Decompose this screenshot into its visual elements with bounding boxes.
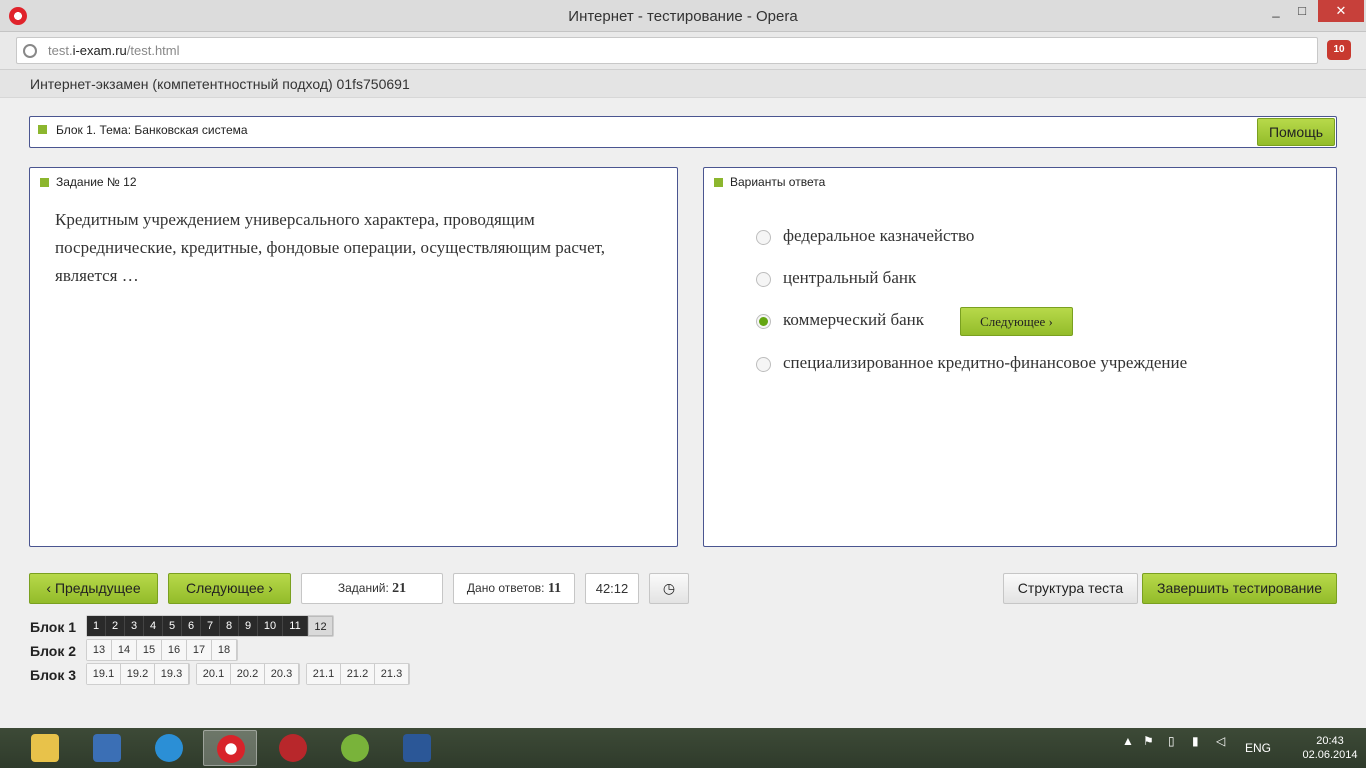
site-info-icon[interactable] [23, 44, 37, 58]
bullet-square-icon [40, 178, 49, 187]
question-nav-item[interactable]: 19.2 [121, 664, 155, 684]
file-explorer-icon[interactable] [18, 730, 72, 766]
question-group: 19.1 19.2 19.3 [86, 663, 190, 685]
answers-panel: Варианты ответа федеральное казначейство… [703, 167, 1337, 547]
control-panel-icon[interactable] [80, 730, 134, 766]
question-nav-item[interactable]: 8 [220, 616, 239, 636]
radio-button-selected[interactable] [756, 314, 771, 329]
task-panel: Задание № 12 Кредитным учреждением униве… [29, 167, 678, 547]
radio-button[interactable] [756, 357, 771, 372]
help-button[interactable]: Помощь [1257, 118, 1335, 146]
url-field[interactable]: test.i-exam.ru/test.html [16, 37, 1318, 64]
url-text: test.i-exam.ru/test.html [48, 43, 180, 58]
test-structure-button[interactable]: Структура теста [1003, 573, 1138, 604]
question-nav-item[interactable]: 21.1 [307, 664, 341, 684]
question-group: 1 2 3 4 5 6 7 8 9 10 11 12 [86, 615, 334, 637]
next-button[interactable]: Следующее › [168, 573, 291, 604]
question-nav-item[interactable]: 21.2 [341, 664, 375, 684]
block-1-label: Блок 1 [30, 619, 77, 635]
question-nav-item[interactable]: 20.2 [231, 664, 265, 684]
question-nav-item[interactable]: 10 [258, 616, 283, 636]
word-icon[interactable] [390, 730, 444, 766]
page-header: Интернет-экзамен (компетентностный подхо… [0, 70, 1366, 98]
battery-icon[interactable]: ▯ [1168, 734, 1175, 748]
question-nav-item[interactable]: 5 [163, 616, 182, 636]
question-nav-item[interactable]: 19.1 [87, 664, 121, 684]
block-2-questions: 13 14 15 16 17 18 [86, 639, 244, 661]
question-nav-item[interactable]: 19.3 [155, 664, 189, 684]
clock-date: 02.06.2014 [1302, 749, 1358, 761]
address-bar: test.i-exam.ru/test.html 10 [0, 32, 1366, 70]
system-clock[interactable]: 20:43 02.06.2014 [1300, 734, 1360, 762]
browser-updater-icon[interactable] [142, 730, 196, 766]
question-nav-item[interactable]: 9 [239, 616, 258, 636]
question-nav-item[interactable]: 7 [201, 616, 220, 636]
exam-page: Интернет-экзамен (компетентностный подхо… [0, 70, 1366, 728]
question-nav-item[interactable]: 14 [112, 640, 137, 660]
answer-text[interactable]: коммерческий банк [783, 310, 924, 330]
chevron-right-icon: › [1048, 314, 1053, 329]
bullet-square-icon [714, 178, 723, 187]
next-inline-button[interactable]: Следующее › [960, 307, 1073, 336]
block-3-questions: 19.1 19.2 19.3 20.1 20.2 20.3 21.1 21.2 … [86, 663, 416, 685]
chevron-left-icon: ‹ [46, 580, 52, 596]
question-nav-item-current[interactable]: 12 [308, 616, 333, 636]
question-nav-item[interactable]: 20.3 [265, 664, 299, 684]
answers-label: Варианты ответа [730, 175, 826, 189]
power-off-icon[interactable] [266, 730, 320, 766]
network-signal-icon[interactable]: ▮ [1192, 734, 1199, 748]
minimize-button[interactable]: _ [1264, 0, 1288, 22]
taskbar: ▲ ⚑ ▯ ▮ ◁ ENG 20:43 02.06.2014 [0, 728, 1366, 768]
task-number-label: Задание № 12 [56, 175, 137, 189]
utorrent-icon[interactable] [328, 730, 382, 766]
window-title: Интернет - тестирование - Opera [568, 8, 798, 25]
question-nav-item[interactable]: 6 [182, 616, 201, 636]
finish-test-button[interactable]: Завершить тестирование [1142, 573, 1337, 604]
page-title: Интернет-экзамен (компетентностный подхо… [30, 76, 410, 92]
block-bar: Блок 1. Тема: Банковская система Помощь [29, 116, 1337, 148]
question-nav-item[interactable]: 13 [87, 640, 112, 660]
clock-icon[interactable]: ◷ [649, 573, 689, 604]
block-topic-label: Блок 1. Тема: Банковская система [56, 123, 248, 137]
answer-text[interactable]: центральный банк [783, 268, 916, 288]
maximize-button[interactable]: □ [1290, 0, 1314, 22]
prev-button[interactable]: ‹ Предыдущее [29, 573, 158, 604]
question-nav-item[interactable]: 4 [144, 616, 163, 636]
question-nav-item[interactable]: 2 [106, 616, 125, 636]
question-group: 21.1 21.2 21.3 [306, 663, 410, 685]
answer-text[interactable]: специализированное кредитно-финансовое у… [783, 353, 1187, 373]
question-nav-item[interactable]: 16 [162, 640, 187, 660]
clock-time: 20:43 [1316, 735, 1344, 747]
bullet-square-icon [38, 125, 47, 134]
question-nav-item[interactable]: 15 [137, 640, 162, 660]
close-button[interactable]: ✕ [1318, 0, 1364, 22]
answered-count: Дано ответов: 11 [453, 573, 575, 604]
question-nav-item[interactable]: 21.3 [375, 664, 409, 684]
action-center-icon[interactable]: ⚑ [1143, 734, 1154, 748]
chevron-right-icon: › [268, 580, 273, 596]
volume-icon[interactable]: ◁ [1216, 734, 1225, 748]
block-2-label: Блок 2 [30, 643, 77, 659]
timer: 42:12 [585, 573, 639, 604]
question-nav-item[interactable]: 1 [87, 616, 106, 636]
block-3-label: Блок 3 [30, 667, 77, 683]
radio-button[interactable] [756, 230, 771, 245]
language-indicator[interactable]: ENG [1245, 741, 1271, 755]
tasks-count: Заданий: 21 [301, 573, 443, 604]
block-1-questions: 1 2 3 4 5 6 7 8 9 10 11 12 [86, 615, 340, 637]
show-hidden-icons-icon[interactable]: ▲ [1122, 734, 1134, 748]
answer-text[interactable]: федеральное казначейство [783, 226, 974, 246]
question-group: 20.1 20.2 20.3 [196, 663, 300, 685]
question-text: Кредитным учреждением универсального хар… [55, 210, 606, 285]
question-nav-item[interactable]: 20.1 [197, 664, 231, 684]
question-nav-item[interactable]: 17 [187, 640, 212, 660]
question-nav-item[interactable]: 11 [283, 616, 308, 636]
opera-taskbar-icon[interactable] [203, 730, 257, 766]
question-nav-item[interactable]: 18 [212, 640, 237, 660]
extension-icon[interactable]: 10 [1327, 40, 1351, 60]
radio-button[interactable] [756, 272, 771, 287]
question-group: 13 14 15 16 17 18 [86, 639, 238, 661]
question-nav-item[interactable]: 3 [125, 616, 144, 636]
window-title-bar: Интернет - тестирование - Opera _ □ ✕ [0, 0, 1366, 32]
